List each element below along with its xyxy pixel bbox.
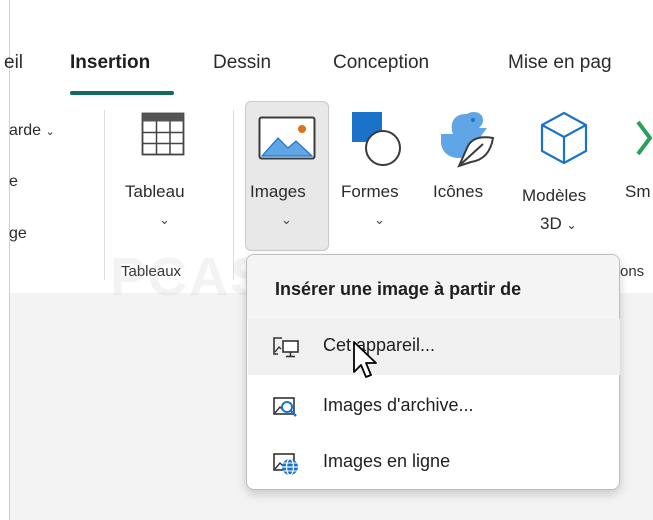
modeles-3d-label-line1[interactable]: Modèles [522,186,586,206]
picture-icon [258,116,316,160]
tab-conception[interactable]: Conception [333,52,429,74]
online-images-icon [273,453,298,476]
smartart-icon [636,120,653,156]
chevron-down-icon: ⌄ [566,218,577,232]
chevron-down-icon: ⌄ [159,212,170,227]
insert-image-dropdown: Insérer une image à partir de Cet appare… [246,254,620,490]
menu-item-cet-appareil[interactable]: Cet appareil... [248,319,620,375]
dropdown-title: Insérer une image à partir de [275,279,522,299]
group-separator [104,110,105,280]
saut-de-page-button-partial[interactable]: ge [9,225,27,243]
formes-button-label[interactable]: Formes [341,182,399,202]
page-vierge-button-partial[interactable]: e [9,173,18,191]
3d-model-cube-icon [540,111,588,165]
page-de-garde-button-partial[interactable]: arde ⌄ [9,122,55,140]
device-image-icon [273,337,299,358]
ribbon-tabs: eil Insertion Dessin Conception Mise en … [0,0,653,100]
mouse-pointer-icon [353,341,377,378]
icons-icon [441,112,495,168]
active-tab-indicator [70,91,174,95]
dropdown-header: Insérer une image à partir de [247,255,619,319]
images-button-label[interactable]: Images [250,182,306,202]
menu-item-images-en-ligne[interactable]: Images en ligne [248,435,620,491]
stock-images-icon [273,397,297,417]
tab-insertion[interactable]: Insertion [70,52,150,74]
tab-accueil[interactable]: eil [4,52,23,74]
menu-item-images-archive[interactable]: Images d'archive... [248,379,620,435]
menu-item-label: Images en ligne [323,451,451,471]
icones-button-label[interactable]: Icônes [433,182,483,202]
tableau-button-label[interactable]: Tableau [125,182,185,202]
chevron-down-icon: ⌄ [374,212,385,227]
shapes-icon [352,112,401,166]
tab-mise-en-page[interactable]: Mise en pag [508,52,612,74]
menu-item-label: Images d'archive... [323,395,474,415]
modeles-3d-label-line2[interactable]: 3D ⌄ [540,214,577,234]
chevron-down-icon: ⌄ [281,212,292,227]
chevron-down-icon: ⌄ [45,126,55,138]
table-icon[interactable] [141,112,185,156]
smartart-button-label-partial[interactable]: Sm [625,182,651,202]
tab-dessin[interactable]: Dessin [213,52,271,74]
group-label-illustrations-partial: ons [620,263,645,280]
